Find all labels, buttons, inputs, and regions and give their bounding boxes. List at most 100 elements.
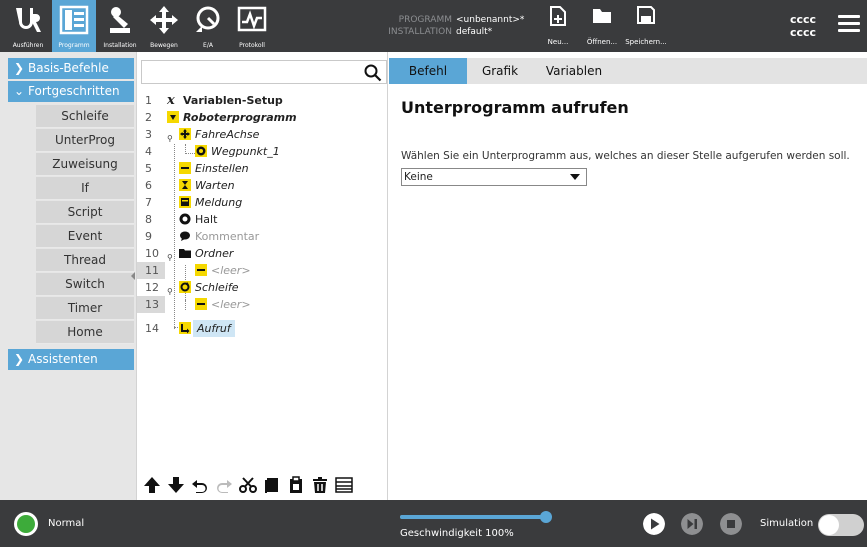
io-icon [196,6,220,32]
chevron-right-icon: ❯ [14,61,25,75]
tree-row[interactable]: 14 Aufruf [137,320,387,337]
tree-row[interactable]: 8 Halt [137,211,387,228]
chevron-down-icon: ⌄ [14,84,25,98]
speed-label: Geschwindigkeit 100% [400,528,514,539]
nav-move-button[interactable]: Bewegen [142,0,186,52]
program-tree-panel: 1 x Variablen-Setup 2 Roboterprogramm 3 … [131,52,393,500]
program-key: PROGRAMM [398,15,452,25]
instruction-text: Wählen Sie ein Unterprogramm aus, welche… [401,150,850,162]
nav-program-label: Programm [58,42,90,49]
nav-installation-label: Installation [103,42,137,49]
robot-id-line1: cccc [790,13,817,26]
category-wizards[interactable]: ❯ Assistenten [8,349,134,370]
log-graph-icon [237,6,267,32]
delete-trash-icon[interactable] [311,476,329,494]
top-bar: Ausführen Programm Installation Bewegen [0,0,867,52]
speed-slider-fill [400,515,546,519]
copy-icon[interactable] [263,476,281,494]
stop-icon[interactable] [720,513,742,535]
sidebar-item-timer[interactable]: Timer [36,297,134,320]
move-up-icon[interactable] [143,476,161,494]
nav-log-button[interactable]: Protokoll [230,0,274,52]
hourglass-icon [179,179,191,191]
undo-icon[interactable] [191,476,209,494]
empty-placeholder-icon [195,264,207,276]
halt-icon [179,213,191,225]
sidebar-item-event[interactable]: Event [36,225,134,248]
subprogram-select-value: Keine [404,171,433,183]
sidebar-item-home[interactable]: Home [36,321,134,344]
paste-clipboard-icon[interactable] [287,476,305,494]
collapse-left-handle-icon[interactable] [129,270,137,282]
save-file-button[interactable]: Speichern... [624,6,668,50]
tree-row[interactable]: 9 Kommentar [137,228,387,245]
tab-bar: Befehl Grafik Variablen [389,58,867,84]
hamburger-menu-icon[interactable] [838,15,860,33]
tab-graphics[interactable]: Grafik [467,58,533,84]
comment-icon [180,231,190,241]
nav-installation-button[interactable]: Installation [98,0,142,52]
robot-status: Normal [48,518,85,529]
sidebar-item-script[interactable]: Script [36,201,134,224]
tree-row[interactable]: 3 ⚲ FahreAchse [137,126,387,143]
tree-row[interactable]: 1 x Variablen-Setup [137,92,387,109]
dropdown-arrow-icon [570,174,580,180]
tab-variables[interactable]: Variablen [533,58,615,84]
sidebar-item-if[interactable]: If [36,177,134,200]
new-file-label: Neu... [547,38,569,46]
variable-x-icon: x [167,93,175,108]
category-basic[interactable]: ❯ Basis-Befehle [8,58,134,79]
tree-toolbar [137,472,387,500]
chevron-right-icon: ❯ [14,352,25,366]
sidebar-item-schleife[interactable]: Schleife [36,105,134,128]
command-panel: Befehl Grafik Variablen Unterprogramm au… [389,52,867,500]
sidebar-item-switch[interactable]: Switch [36,273,134,296]
sidebar-item-zuweisung[interactable]: Zuweisung [36,153,134,176]
simulation-toggle[interactable] [818,514,864,536]
tree-row[interactable]: 7 Meldung [137,194,387,211]
tree-row[interactable]: 11 <leer> [137,262,387,279]
save-file-label: Speichern... [625,38,667,46]
ur-logo-icon [16,8,41,32]
sidebar-item-thread[interactable]: Thread [36,249,134,272]
tree-row[interactable]: 4 Wegpunkt_1 [137,143,387,160]
speed-slider[interactable] [400,511,552,523]
bottom-bar: Normal Geschwindigkeit 100% Simulation [0,500,867,547]
tree-row[interactable]: 6 Warten [137,177,387,194]
tree-row[interactable]: 10 ⚲ Ordner [137,245,387,262]
step-icon[interactable] [681,513,703,535]
page-title: Unterprogramm aufrufen [401,98,629,117]
nav-run-label: Ausführen [12,42,44,49]
tree-row[interactable]: 2 Roboterprogramm [137,109,387,126]
subprogram-select[interactable]: Keine [401,168,587,186]
open-file-button[interactable]: Öffnen... [582,6,622,50]
tree-row[interactable]: 13 <leer> [137,296,387,313]
robot-id-line2: cccc [790,26,817,39]
category-basic-label: Basis-Befehle [28,61,109,75]
play-icon[interactable] [643,513,665,535]
tree-row[interactable]: 12 ⚲ Schleife [137,279,387,296]
program-info: PROGRAMM <unbenannt>* INSTALLATION default… [382,14,524,38]
sidebar-item-unterprog[interactable]: UnterProg [36,129,134,152]
search-icon[interactable] [364,64,382,82]
redo-icon[interactable] [215,476,233,494]
power-status-icon[interactable] [14,512,38,536]
nav-program-button[interactable]: Programm [52,0,96,52]
simulation-label: Simulation [760,518,814,529]
program-name: <unbenannt>* [456,15,525,25]
category-advanced[interactable]: ⌄ Fortgeschritten [8,81,134,102]
nav-io-button[interactable]: E/A [186,0,230,52]
suppress-icon[interactable] [335,476,353,494]
loop-icon [179,281,191,293]
search-input[interactable] [141,60,387,84]
speed-slider-knob[interactable] [540,511,552,523]
nav-run-button[interactable]: Ausführen [6,0,50,52]
new-file-icon [550,6,566,26]
tab-command[interactable]: Befehl [389,58,467,84]
new-file-button[interactable]: Neu... [540,6,576,50]
command-sidebar: ❯ Basis-Befehle ⌄ Fortgeschritten Schleife… [0,52,136,500]
tree-row[interactable]: 5 Einstellen [137,160,387,177]
move-down-icon[interactable] [167,476,185,494]
robot-program-icon [167,111,179,123]
cut-scissors-icon[interactable] [239,476,257,494]
